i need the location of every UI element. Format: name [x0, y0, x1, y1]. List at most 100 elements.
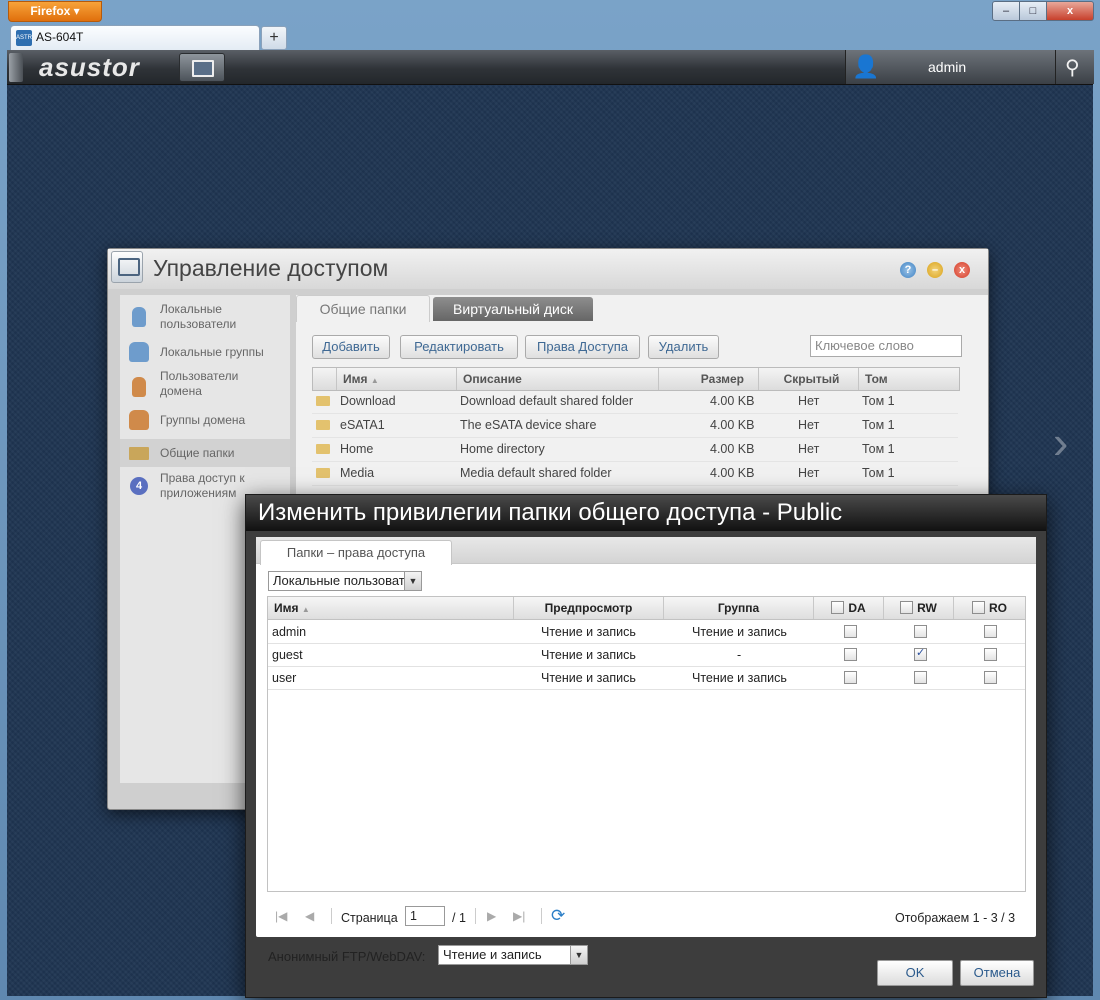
close-window-button[interactable]: x [1046, 1, 1094, 21]
tab-virtual-disk[interactable]: Виртуальный диск [433, 297, 593, 321]
ro-checkbox[interactable] [984, 625, 997, 638]
table-row[interactable]: guest Чтение и запись - [268, 643, 1025, 667]
sidebar-item-local-groups[interactable]: Локальные группы [120, 339, 290, 367]
user-name: user [272, 671, 297, 685]
sidebar-item-label: Пользователи домена [160, 369, 239, 398]
column-header-name-label: Имя [274, 601, 299, 615]
dialog-title-bar: Изменить привилегии папки общего доступа… [246, 495, 1046, 531]
sidebar-item-shared-folders[interactable]: Общие папки [120, 439, 290, 467]
table-row[interactable]: Home Home directory 4.00 KB Нет Том 1 [312, 437, 958, 462]
tab-folder-access-rights[interactable]: Папки – права доступа [260, 540, 452, 565]
prev-page-icon[interactable]: ◀ [305, 909, 314, 923]
cancel-button[interactable]: Отмена [960, 960, 1034, 986]
page-total: / 1 [452, 911, 466, 925]
folder-description: Media default shared folder [460, 466, 612, 480]
anonymous-ftp-select[interactable]: Чтение и запись ▼ [438, 945, 588, 965]
asustor-taskbar: asustor 👤 admin ⚲ [7, 50, 1094, 85]
folder-volume: Том 1 [862, 394, 895, 408]
help-icon[interactable]: ? [900, 262, 916, 278]
column-header-name[interactable]: Имя ▲ [337, 368, 457, 390]
next-page-arrow-icon[interactable]: › [1053, 415, 1068, 469]
delete-button[interactable]: Удалить [648, 335, 719, 359]
preview-permission: Чтение и запись [541, 648, 636, 662]
user-menu[interactable]: 👤 admin [845, 50, 1056, 84]
column-header-da[interactable]: DA [814, 597, 884, 619]
da-checkbox[interactable] [844, 671, 857, 684]
column-header-rw[interactable]: RW [884, 597, 954, 619]
folder-icon [316, 420, 330, 430]
add-button[interactable]: Добавить [312, 335, 390, 359]
ro-all-checkbox[interactable] [972, 601, 985, 614]
chevron-down-icon: ▼ [404, 572, 421, 590]
new-tab-button[interactable]: + [261, 26, 287, 50]
search-button[interactable]: ⚲ [1055, 50, 1094, 84]
sidebar-item-domain-users[interactable]: Пользователи домена [120, 369, 290, 403]
sidebar-item-local-users[interactable]: Локальные пользователи [120, 301, 290, 333]
first-page-icon[interactable]: |◀ [275, 909, 287, 923]
firefox-menu-label: Firefox [30, 4, 71, 18]
ro-checkbox[interactable] [984, 648, 997, 661]
desktop-icon [192, 60, 214, 77]
edit-button[interactable]: Редактировать [400, 335, 518, 359]
user-type-select[interactable]: Локальные пользователи ▼ [268, 571, 422, 591]
keyword-search-input[interactable]: Ключевое слово [810, 335, 962, 357]
app-privileges-icon: 4 [130, 477, 148, 495]
folder-hidden: Нет [798, 418, 820, 432]
minimize-icon[interactable]: – [927, 262, 943, 278]
da-all-checkbox[interactable] [831, 601, 845, 614]
table-row[interactable]: Download Download default shared folder … [312, 389, 958, 414]
rw-all-checkbox[interactable] [900, 601, 914, 614]
table-row[interactable]: user Чтение и запись Чтение и запись [268, 666, 1025, 690]
toolbar-separator [331, 908, 332, 924]
last-page-icon[interactable]: ▶| [513, 909, 525, 923]
column-header-description[interactable]: Описание [457, 368, 659, 390]
da-checkbox[interactable] [844, 625, 857, 638]
tab-shared-folders[interactable]: Общие папки [296, 295, 430, 322]
show-desktop-button[interactable] [179, 53, 225, 82]
minimize-window-button[interactable]: – [992, 1, 1020, 21]
column-header-name-label: Имя [343, 372, 368, 386]
column-header-hidden[interactable]: Скрытый [759, 368, 859, 390]
column-header-name[interactable]: Имя ▲ [268, 597, 514, 619]
page-label: Страница [341, 911, 398, 925]
column-header-ro-label: RO [989, 601, 1007, 615]
rw-checkbox[interactable] [914, 646, 927, 661]
close-icon[interactable]: x [954, 262, 970, 278]
anonymous-ftp-label: Анонимный FTP/WebDAV: [268, 949, 426, 964]
page-number-input[interactable]: 1 [405, 906, 445, 926]
rw-checkbox[interactable] [914, 625, 927, 638]
sort-asc-icon: ▲ [301, 605, 310, 614]
folder-description: The eSATA device share [460, 418, 597, 432]
browser-tab[interactable]: ASTR AS-604T [10, 25, 260, 50]
ok-button[interactable]: OK [877, 960, 953, 986]
permissions-grid-header: Имя ▲ Предпросмотр Группа DA RW RO [268, 597, 1025, 620]
folder-name: Home [340, 442, 374, 456]
shared-folders-table-header: Имя ▲ Описание Размер Скрытый Том [312, 367, 960, 391]
ro-checkbox[interactable] [984, 671, 997, 684]
folder-privileges-dialog: Изменить привилегии папки общего доступа… [245, 494, 1047, 998]
toolbar-separator [475, 908, 476, 924]
folder-icon [316, 396, 330, 406]
column-header-size[interactable]: Размер [659, 368, 759, 390]
access-rights-button[interactable]: Права Доступа [525, 335, 640, 359]
sort-asc-icon: ▲ [370, 376, 379, 385]
user-icon [132, 307, 146, 327]
table-row[interactable]: admin Чтение и запись Чтение и запись [268, 620, 1025, 644]
sidebar-item-label: Группы домена [160, 413, 246, 427]
refresh-icon[interactable]: ⟳ [551, 906, 565, 926]
column-header-group: Группа [664, 597, 814, 619]
user-name: admin [272, 625, 307, 639]
maximize-window-button[interactable]: □ [1019, 1, 1047, 21]
next-page-icon[interactable]: ▶ [487, 909, 496, 923]
column-header-rw-label: RW [917, 601, 937, 615]
rw-checkbox[interactable] [914, 671, 927, 684]
sidebar-item-domain-groups[interactable]: Группы домена [120, 407, 290, 435]
column-header-volume[interactable]: Том [859, 368, 959, 390]
table-row[interactable]: Media Media default shared folder 4.00 K… [312, 461, 958, 486]
window-header: Управление доступом ? – x [108, 249, 988, 289]
firefox-menu-button[interactable]: Firefox ▾ [8, 1, 102, 22]
table-row[interactable]: eSATA1 The eSATA device share 4.00 KB Не… [312, 413, 958, 438]
da-checkbox[interactable] [844, 648, 857, 661]
column-header-ro[interactable]: RO [954, 597, 1025, 619]
group-permission: - [737, 648, 742, 662]
